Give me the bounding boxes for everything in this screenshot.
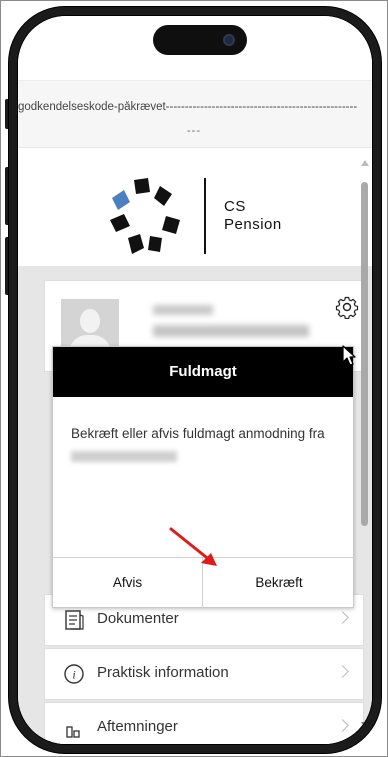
mouse-cursor-icon [342,345,356,366]
scroll-down-arrow-icon[interactable] [361,722,369,728]
approval-code-text: godkendelseskode-påkrævet---------------… [18,101,358,113]
document-icon [65,610,84,630]
camera-icon [223,34,235,46]
approval-code-banner: godkendelseskode-påkrævet---------------… [18,80,372,148]
menu-item-label: Dokumenter [97,610,179,627]
brand-header: CS Pension [18,148,372,266]
annotation-arrow-icon [169,527,217,566]
menu-item-label: Aftemninger [97,718,178,735]
cs-pension-logo-icon [110,178,180,254]
brand-name-line2: Pension [224,216,282,233]
chevron-right-icon [336,719,349,732]
logo-divider [204,178,206,254]
dialog-title: Fuldmagt [53,347,353,397]
requester-name-redacted [71,451,177,462]
confirm-button[interactable]: Bekræft [203,558,355,608]
dynamic-island [153,25,247,55]
chevron-right-icon [336,611,349,624]
chevron-right-icon [336,665,349,678]
phone-screen: godkendelseskode-påkrævet---------------… [17,15,373,745]
scrollbar-thumb[interactable] [361,182,368,526]
dialog-message: Bekræft eller afvis fuldmagt anmodning f… [71,426,325,441]
profile-company-redacted [153,325,309,337]
profile-name-redacted [153,305,213,315]
info-icon: i [64,664,84,684]
brand-name-line1: CS [224,198,246,215]
svg-text:i: i [72,668,75,682]
scroll-up-arrow-icon[interactable] [361,160,369,166]
menu-item-agreements[interactable]: Aftemninger [44,702,364,744]
agreements-icon [66,726,80,738]
menu-item-label: Praktisk information [97,664,229,681]
approval-code-placeholder: --- [187,125,201,137]
menu-item-practical-information[interactable]: i Praktisk information [44,648,364,700]
gear-icon[interactable] [335,295,359,319]
phone-frame: godkendelseskode-påkrævet---------------… [9,7,381,753]
screenshot-frame: godkendelseskode-påkrævet---------------… [0,0,388,757]
